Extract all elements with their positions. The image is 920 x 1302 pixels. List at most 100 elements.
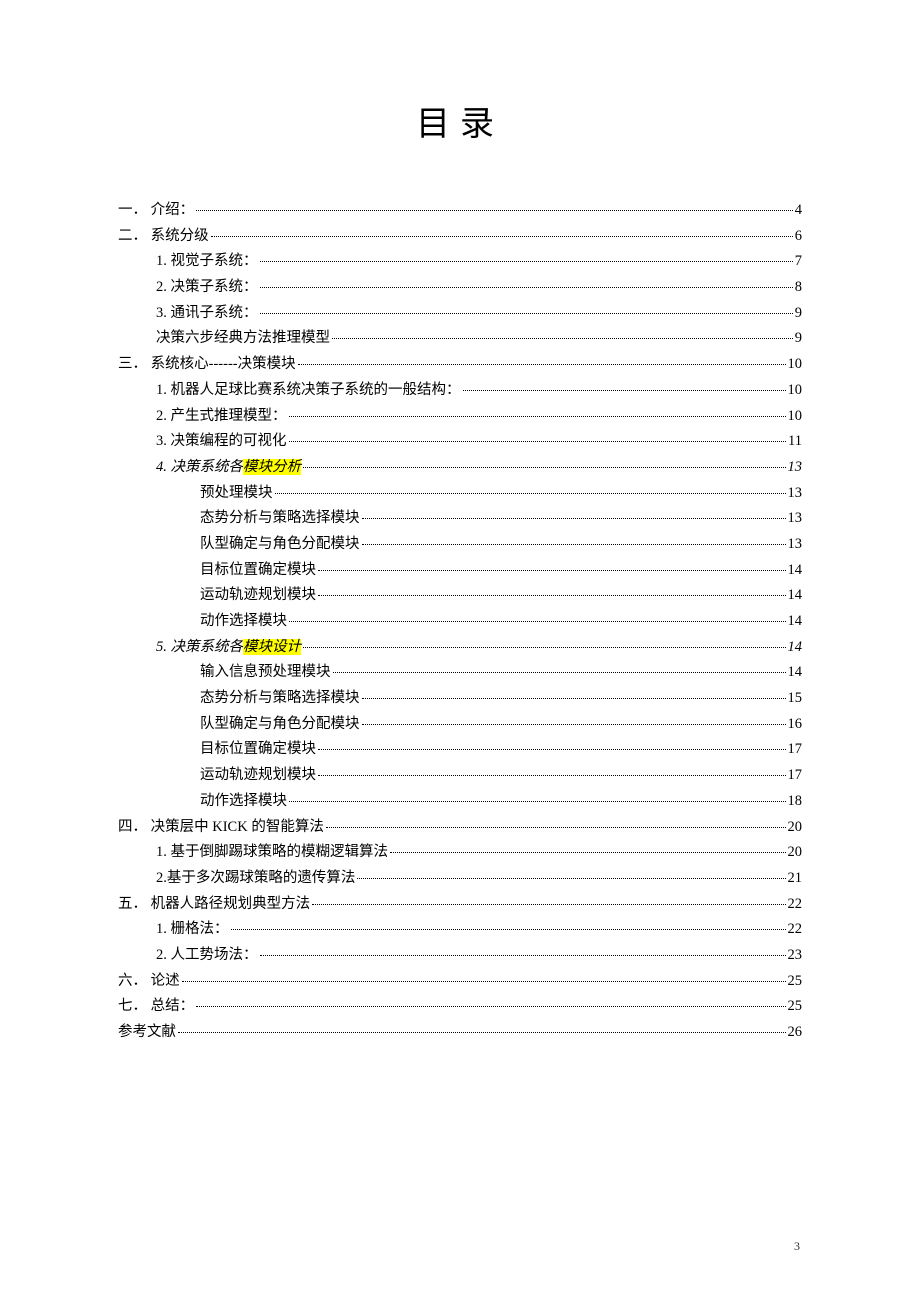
toc-page: 4 bbox=[795, 203, 802, 218]
toc-row[interactable]: 参考文献 26 bbox=[118, 1025, 802, 1040]
toc-text: 输入信息预处理模块 bbox=[200, 664, 331, 680]
toc-leader-dots bbox=[211, 236, 793, 237]
toc-num: 1. bbox=[156, 253, 167, 269]
toc-row[interactable]: 六． 论述 25 bbox=[118, 974, 802, 989]
toc-page: 25 bbox=[788, 974, 803, 989]
toc-row[interactable]: 2. 产生式推理模型：10 bbox=[118, 409, 802, 424]
toc-text: 决策六步经典方法推理模型 bbox=[156, 330, 330, 346]
toc-label: 目标位置确定模块 bbox=[200, 563, 316, 578]
toc-row[interactable]: 2.基于多次踢球策略的遗传算法21 bbox=[118, 871, 802, 886]
toc-page: 7 bbox=[795, 254, 802, 269]
toc-leader-dots bbox=[178, 1032, 786, 1033]
toc-leader-dots bbox=[326, 827, 786, 828]
toc-page: 10 bbox=[788, 383, 803, 398]
toc-row[interactable]: 四． 决策层中 KICK 的智能算法 20 bbox=[118, 820, 802, 835]
toc-text: 态势分析与策略选择模块 bbox=[200, 510, 360, 526]
toc-text: 目标位置确定模块 bbox=[200, 741, 316, 757]
toc-text: 产生式推理模型： bbox=[171, 408, 287, 424]
toc-text: 预处理模块 bbox=[200, 485, 273, 501]
toc-row[interactable]: 五． 机器人路径规划典型方法22 bbox=[118, 897, 802, 912]
toc-text: 决策层中 KICK 的智能算法 bbox=[151, 819, 324, 835]
toc-text: 运动轨迹规划模块 bbox=[200, 767, 316, 783]
toc-row[interactable]: 1. 栅格法： 22 bbox=[118, 922, 802, 937]
toc-row[interactable]: 3. 决策编程的可视化11 bbox=[118, 434, 802, 449]
toc-page: 8 bbox=[795, 280, 802, 295]
toc-label: 态势分析与策略选择模块 bbox=[200, 691, 360, 706]
toc-text: 总结： bbox=[151, 998, 195, 1014]
toc-row[interactable]: 5. 决策系统各模块设计14 bbox=[118, 640, 802, 655]
toc-leader-dots bbox=[333, 672, 786, 673]
toc-row[interactable]: 动作选择模块18 bbox=[118, 794, 802, 809]
toc-row[interactable]: 1. 机器人足球比赛系统决策子系统的一般结构：10 bbox=[118, 383, 802, 398]
toc-num: 1. bbox=[156, 382, 167, 398]
toc-num: 四． bbox=[118, 819, 147, 835]
toc-leader-dots bbox=[260, 955, 786, 956]
toc-text: 态势分析与策略选择模块 bbox=[200, 690, 360, 706]
toc-label: 动作选择模块 bbox=[200, 794, 287, 809]
toc-leader-dots bbox=[303, 467, 786, 468]
toc-text: 基于多次踢球策略的遗传算法 bbox=[167, 870, 356, 886]
toc-row[interactable]: 运动轨迹规划模块17 bbox=[118, 768, 802, 783]
toc-row[interactable]: 1. 基于倒脚踢球策略的模糊逻辑算法20 bbox=[118, 845, 802, 860]
toc-page: 13 bbox=[788, 537, 803, 552]
toc-row[interactable]: 队型确定与角色分配模块 13 bbox=[118, 537, 802, 552]
toc-row[interactable]: 动作选择模块14 bbox=[118, 614, 802, 629]
toc-label: 七． 总结： bbox=[118, 999, 194, 1014]
toc-label: 1. 栅格法： bbox=[156, 922, 229, 937]
toc-text: 栅格法： bbox=[171, 921, 229, 937]
toc-label: 队型确定与角色分配模块 bbox=[200, 717, 360, 732]
toc-row[interactable]: 三． 系统核心------决策模块10 bbox=[118, 357, 802, 372]
toc-row[interactable]: 目标位置确定模块 14 bbox=[118, 563, 802, 578]
toc-page: 22 bbox=[788, 922, 803, 937]
toc-leader-dots bbox=[362, 698, 786, 699]
toc-row[interactable]: 态势分析与策略选择模块 13 bbox=[118, 511, 802, 526]
toc-label: 1. 基于倒脚踢球策略的模糊逻辑算法 bbox=[156, 845, 388, 860]
toc-leader-dots bbox=[182, 981, 786, 982]
toc-label: 预处理模块 bbox=[200, 486, 273, 501]
toc-text: 参考文献 bbox=[118, 1024, 176, 1040]
toc-label: 5. 决策系统各模块设计 bbox=[156, 640, 301, 655]
toc-leader-dots bbox=[318, 595, 786, 596]
toc-row[interactable]: 目标位置确定模块17 bbox=[118, 742, 802, 757]
toc-label: 六． 论述 bbox=[118, 974, 180, 989]
toc-num: 二． bbox=[118, 228, 147, 244]
toc-label: 队型确定与角色分配模块 bbox=[200, 537, 360, 552]
toc-label: 3. 通讯子系统： bbox=[156, 306, 258, 321]
toc-row[interactable]: 七． 总结：25 bbox=[118, 999, 802, 1014]
toc-num: 5. bbox=[156, 639, 167, 655]
toc-label: 输入信息预处理模块 bbox=[200, 665, 331, 680]
toc-row[interactable]: 队型确定与角色分配模块 16 bbox=[118, 717, 802, 732]
toc-page: 16 bbox=[788, 717, 803, 732]
toc-row[interactable]: 一． 介绍：4 bbox=[118, 203, 802, 218]
toc-text: 论述 bbox=[151, 973, 180, 989]
toc-label: 参考文献 bbox=[118, 1025, 176, 1040]
toc-leader-dots bbox=[260, 287, 793, 288]
toc-row[interactable]: 决策六步经典方法推理模型9 bbox=[118, 331, 802, 346]
toc-label: 4. 决策系统各模块分析 bbox=[156, 460, 301, 475]
toc-row[interactable]: 2. 人工势场法：23 bbox=[118, 948, 802, 963]
toc-row[interactable]: 4. 决策系统各模块分析13 bbox=[118, 460, 802, 475]
toc-num: 4. bbox=[156, 459, 167, 475]
toc-label: 2. 人工势场法： bbox=[156, 948, 258, 963]
toc-row[interactable]: 2. 决策子系统：8 bbox=[118, 280, 802, 295]
toc-leader-dots bbox=[362, 518, 786, 519]
toc-leader-dots bbox=[332, 338, 793, 339]
toc-text: 机器人路径规划典型方法 bbox=[151, 896, 311, 912]
toc-row[interactable]: 态势分析与策略选择模块15 bbox=[118, 691, 802, 706]
toc-row[interactable]: 3. 通讯子系统：9 bbox=[118, 306, 802, 321]
toc-page: 20 bbox=[788, 820, 803, 835]
toc-row[interactable]: 运动轨迹规划模块14 bbox=[118, 588, 802, 603]
toc-text: 目标位置确定模块 bbox=[200, 562, 316, 578]
toc-row[interactable]: 输入信息预处理模块14 bbox=[118, 665, 802, 680]
toc-leader-dots bbox=[260, 313, 793, 314]
toc-text-pre: 决策系统各 bbox=[171, 639, 244, 655]
toc-label: 1. 视觉子系统： bbox=[156, 254, 258, 269]
toc-row[interactable]: 预处理模块13 bbox=[118, 486, 802, 501]
toc-page: 26 bbox=[788, 1025, 803, 1040]
toc-page: 14 bbox=[788, 563, 803, 578]
toc-page: 13 bbox=[788, 511, 803, 526]
toc-row[interactable]: 1. 视觉子系统： 7 bbox=[118, 254, 802, 269]
toc-row[interactable]: 二． 系统分级6 bbox=[118, 229, 802, 244]
toc-leader-dots bbox=[362, 544, 786, 545]
toc-text-highlight: 模块设计 bbox=[243, 639, 301, 655]
